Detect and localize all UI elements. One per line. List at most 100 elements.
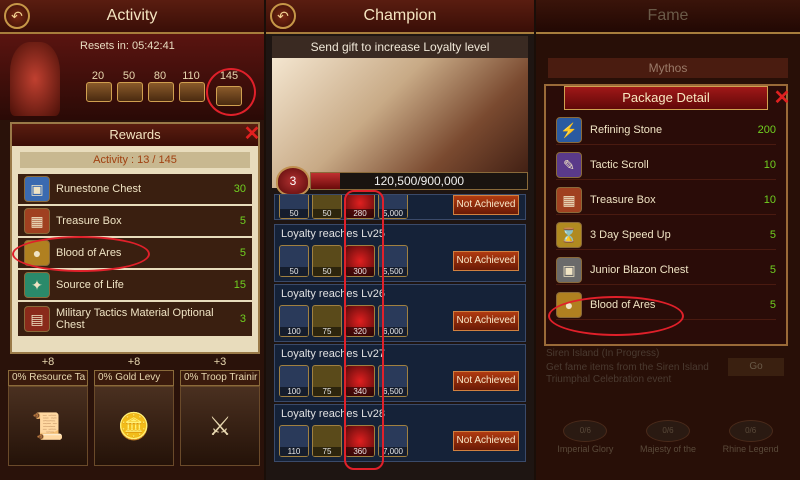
milestone-label: 50 bbox=[122, 70, 136, 82]
treasure-box-icon: ▦ bbox=[556, 186, 582, 213]
gift-qty: 75 bbox=[313, 387, 341, 396]
resets-time: 05:42:41 bbox=[131, 40, 175, 52]
gift-item: 50 bbox=[312, 195, 342, 219]
package-item: ✎ Tactic Scroll 10 bbox=[556, 150, 776, 180]
blood-of-ares-icon: 280 bbox=[345, 195, 375, 219]
fame-label: Imperial Glory bbox=[557, 444, 614, 454]
gift-qty: 340 bbox=[346, 387, 374, 396]
milestone-label: 145 bbox=[219, 70, 239, 82]
package-item: ▣ Junior Blazon Chest 5 bbox=[556, 255, 776, 285]
milestone-chest[interactable] bbox=[148, 82, 174, 102]
reward-name: Treasure Box bbox=[56, 215, 122, 227]
close-icon[interactable]: ✕ bbox=[242, 124, 262, 144]
milestone-chest[interactable] bbox=[86, 82, 112, 102]
gift-qty: 6,000 bbox=[379, 327, 407, 336]
not-achieved-button[interactable]: Not Achieved bbox=[453, 311, 519, 331]
treasure-box-icon: ▦ bbox=[24, 208, 50, 234]
fame-title: Fame bbox=[647, 7, 689, 24]
character-portrait bbox=[10, 42, 60, 116]
gift-item: 5,500 bbox=[378, 245, 408, 277]
activity-title: Activity bbox=[106, 7, 158, 24]
gift-qty: 5,500 bbox=[379, 267, 407, 276]
gift-qty: 6,500 bbox=[379, 387, 407, 396]
not-achieved-button[interactable]: Not Achieved bbox=[453, 251, 519, 271]
fame-count: 0/6 bbox=[728, 420, 773, 442]
tab-mythos[interactable]: Mythos bbox=[548, 58, 788, 78]
package-item-count: 5 bbox=[769, 263, 776, 276]
package-item-name: Tactic Scroll bbox=[590, 158, 649, 171]
blazon-chest-icon: ▣ bbox=[556, 256, 582, 283]
gift-qty: 75 bbox=[313, 447, 341, 456]
gift-item: 50 bbox=[279, 195, 309, 219]
row-title: Loyalty reaches Lv28 bbox=[281, 408, 385, 420]
reward-item: ▦ Treasure Box 5 bbox=[18, 206, 252, 236]
bg-text: Get fame items from the Siren Island bbox=[546, 362, 709, 373]
upgrade-troop-training[interactable]: +3 0% Troop Trainir ⚔ bbox=[180, 356, 260, 466]
upgrade-plus: +8 bbox=[127, 356, 141, 368]
milestone-chest[interactable] bbox=[117, 82, 143, 102]
package-item-count: 200 bbox=[757, 123, 776, 136]
upgrade-plus: +8 bbox=[41, 356, 55, 368]
gift-qty: 300 bbox=[346, 267, 374, 276]
activity-progress: Activity : 13 / 145 bbox=[20, 152, 250, 168]
upgrade-resource-tax[interactable]: +8 0% Resource Ta 📜 bbox=[8, 356, 88, 466]
package-item: ⚡ Refining Stone 200 bbox=[556, 115, 776, 145]
gift-item: 75 bbox=[312, 425, 342, 457]
scroll-icon: 📜 bbox=[8, 386, 88, 466]
package-item-count: 10 bbox=[763, 158, 776, 171]
gift-header: Send gift to increase Loyalty level bbox=[272, 36, 528, 58]
go-button[interactable]: Go bbox=[728, 358, 784, 376]
loyalty-row: Loyalty reaches Lv26 100 75 320 6,000 No… bbox=[274, 284, 526, 342]
not-achieved-button[interactable]: Not Achieved bbox=[453, 195, 519, 215]
package-title: Package Detail bbox=[564, 86, 768, 110]
loyalty-row: Loyalty reaches Lv28 110 75 360 7,000 No… bbox=[274, 404, 526, 462]
milestone-chest-selected[interactable] bbox=[216, 86, 242, 106]
heart-icon: 3 bbox=[276, 166, 310, 196]
gift-item: 75 bbox=[312, 305, 342, 337]
gift-qty: 7,000 bbox=[379, 447, 407, 456]
package-item-count: 5 bbox=[769, 228, 776, 241]
bg-text: Siren Island (In Progress) bbox=[546, 348, 660, 359]
package-item: ▦ Treasure Box 10 bbox=[556, 185, 776, 215]
row-title: Loyalty reaches Lv26 bbox=[281, 288, 385, 300]
fame-count: 0/6 bbox=[645, 420, 690, 442]
not-achieved-button[interactable]: Not Achieved bbox=[453, 371, 519, 391]
loyalty-row: Loyalty reaches Lv27 100 75 340 6,500 No… bbox=[274, 344, 526, 402]
gift-qty: 50 bbox=[313, 267, 341, 276]
blood-of-ares-icon: 340 bbox=[345, 365, 375, 397]
fame-label: Rhine Legend bbox=[722, 444, 779, 454]
fame-labels: Imperial Glory Majesty of the Rhine Lege… bbox=[544, 444, 792, 454]
activity-panel: ↶ Activity Resets in: 05:42:41 20 50 80 … bbox=[0, 0, 264, 480]
reward-count: 3 bbox=[239, 313, 246, 325]
back-button[interactable]: ↶ bbox=[270, 3, 296, 29]
champion-title: Champion bbox=[363, 7, 437, 24]
loyalty-value: 120,500/900,000 bbox=[373, 174, 465, 188]
gift-item: 100 bbox=[279, 305, 309, 337]
package-item-count: 5 bbox=[769, 298, 776, 311]
reward-name: Runestone Chest bbox=[56, 183, 141, 195]
row-title: Loyalty reaches Lv27 bbox=[281, 348, 385, 360]
upgrade-gold-levy[interactable]: +8 0% Gold Levy 🪙 bbox=[94, 356, 174, 466]
fame-count: 0/6 bbox=[563, 420, 608, 442]
gift-qty: 320 bbox=[346, 327, 374, 336]
back-button[interactable]: ↶ bbox=[4, 3, 30, 29]
row-title: Loyalty reaches Lv25 bbox=[281, 228, 385, 240]
runestone-chest-icon: ▣ bbox=[24, 176, 50, 202]
reward-count: 5 bbox=[239, 215, 246, 227]
milestone-chest[interactable] bbox=[179, 82, 205, 102]
gift-qty: 50 bbox=[313, 209, 341, 218]
upgrade-label: 0% Gold Levy bbox=[94, 370, 174, 386]
gift-qty: 75 bbox=[313, 327, 341, 336]
gift-item: 50 bbox=[312, 245, 342, 277]
champion-header: ↶ Champion bbox=[266, 0, 534, 34]
source-of-life-icon: ✦ bbox=[24, 272, 50, 298]
not-achieved-button[interactable]: Not Achieved bbox=[453, 431, 519, 451]
refining-stone-icon: ⚡ bbox=[556, 116, 582, 143]
fame-header: Fame bbox=[536, 0, 800, 34]
loyalty-row: Loyalty reaches Lv25 50 50 300 5,500 Not… bbox=[274, 224, 526, 282]
champion-artwork bbox=[272, 58, 528, 188]
bg-text: Triumphal Celebration event bbox=[546, 374, 672, 385]
close-icon[interactable]: ✕ bbox=[772, 88, 792, 108]
blood-of-ares-icon: 360 bbox=[345, 425, 375, 457]
upgrade-plus: +3 bbox=[213, 356, 227, 368]
